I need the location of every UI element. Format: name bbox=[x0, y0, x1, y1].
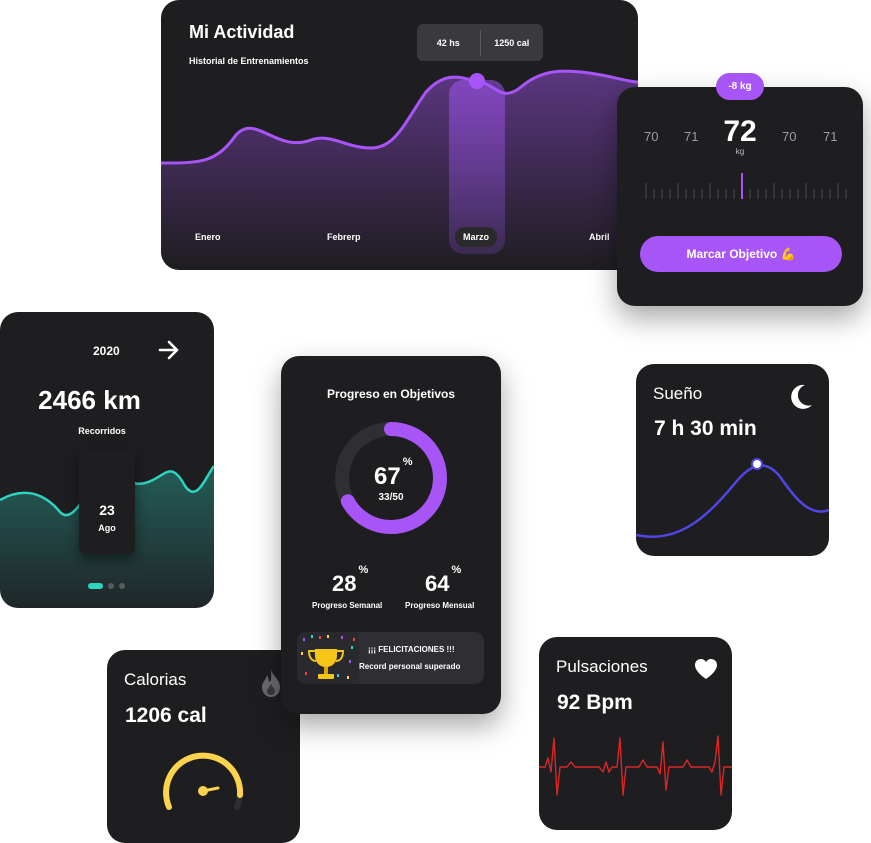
sleep-chart bbox=[636, 458, 829, 538]
sleep-value: 7 h 30 min bbox=[654, 417, 757, 440]
progress-fraction: 33/50 bbox=[378, 492, 404, 503]
pulse-title: Pulsaciones bbox=[556, 657, 648, 676]
month-abril[interactable]: Abril bbox=[589, 232, 610, 242]
weight-card: 70 71 72 70 71 kg Marcar Objetivo 💪 bbox=[617, 87, 863, 306]
calories-card: Calorias 1206 cal bbox=[107, 650, 300, 843]
pagination-dot-active[interactable] bbox=[88, 583, 103, 589]
arrow-right-icon[interactable] bbox=[158, 340, 180, 360]
sleep-title: Sueño bbox=[653, 384, 703, 403]
pulse-value: 92 Bpm bbox=[557, 691, 633, 714]
achievement-text: Record personal superado bbox=[359, 662, 461, 671]
goals-progress-card: Progreso en Objetivos 67% 33/50 28% Prog… bbox=[281, 356, 501, 714]
distance-label: Recorridos bbox=[78, 426, 126, 436]
weight-unit: kg bbox=[735, 147, 745, 156]
pagination-dot[interactable] bbox=[108, 583, 114, 589]
weight-ruler[interactable] bbox=[617, 167, 863, 207]
distance-value: 2466 km bbox=[38, 385, 141, 415]
activity-card: Mi Actividad Historial de Entrenamientos… bbox=[161, 0, 638, 270]
calories-value: 1206 cal bbox=[125, 704, 207, 727]
tooltip-calories: 1250 cal bbox=[494, 37, 530, 48]
monthly-progress: 64% bbox=[425, 564, 461, 597]
moon-icon bbox=[791, 384, 812, 409]
percent-sign: % bbox=[358, 563, 369, 576]
weekly-progress: 28% bbox=[332, 564, 368, 597]
weight-change-value: -8 kg bbox=[728, 81, 752, 92]
page-title: Mi Actividad bbox=[189, 22, 295, 42]
percent-sign: % bbox=[402, 456, 413, 468]
distance-card: 2020 2466 km Recorridos 23 Ago bbox=[0, 312, 214, 608]
sleep-card: Sueño 7 h 30 min bbox=[636, 364, 829, 556]
monthly-progress-label: Progreso Mensual bbox=[405, 601, 475, 610]
scale-number: 70 bbox=[644, 129, 659, 144]
selected-month: Ago bbox=[98, 523, 116, 533]
monthly-progress-value: 64 bbox=[425, 571, 450, 596]
percent-sign: % bbox=[451, 563, 462, 576]
chart-tooltip: 42 hs 1250 cal bbox=[417, 24, 543, 61]
weekly-progress-label: Progreso Semanal bbox=[312, 601, 383, 610]
progress-title: Progreso en Objetivos bbox=[326, 387, 456, 401]
pulse-chart bbox=[539, 735, 732, 796]
sleep-chart-marker[interactable] bbox=[751, 458, 763, 470]
page-subtitle: Historial de Entrenamientos bbox=[189, 56, 309, 66]
weekly-progress-value: 28 bbox=[332, 571, 357, 596]
calories-title: Calorias bbox=[124, 670, 187, 689]
month-febrero[interactable]: Febrerp bbox=[327, 232, 361, 242]
calories-gauge bbox=[163, 752, 244, 810]
set-goal-button[interactable]: Marcar Objetivo 💪 bbox=[640, 236, 842, 272]
progress-percent-value: 67 bbox=[374, 463, 401, 490]
weight-current: 72 bbox=[723, 115, 757, 148]
year-label: 2020 bbox=[93, 344, 120, 358]
weight-change-badge: -8 kg bbox=[716, 73, 764, 100]
tooltip-hours: 42 hs bbox=[436, 37, 460, 48]
pagination-dot[interactable] bbox=[119, 583, 125, 589]
heart-icon bbox=[695, 659, 717, 679]
scale-number: 70 bbox=[782, 129, 797, 144]
achievement-banner[interactable]: ¡¡¡ FELICITACIONES !!! Record personal s… bbox=[297, 632, 484, 684]
month-enero[interactable]: Enero bbox=[195, 232, 221, 242]
scale-number: 71 bbox=[684, 129, 699, 144]
month-marzo[interactable]: Marzo bbox=[455, 227, 498, 247]
pulse-card: Pulsaciones 92 Bpm bbox=[539, 637, 732, 830]
trophy-icon bbox=[297, 632, 359, 684]
achievement-title: ¡¡¡ FELICITACIONES !!! bbox=[368, 645, 455, 654]
scale-number: 71 bbox=[823, 129, 838, 144]
chart-marker[interactable] bbox=[469, 73, 485, 89]
progress-percent: 67% bbox=[374, 456, 412, 491]
pagination-dots[interactable] bbox=[88, 583, 125, 589]
selected-day: 23 bbox=[99, 502, 115, 518]
